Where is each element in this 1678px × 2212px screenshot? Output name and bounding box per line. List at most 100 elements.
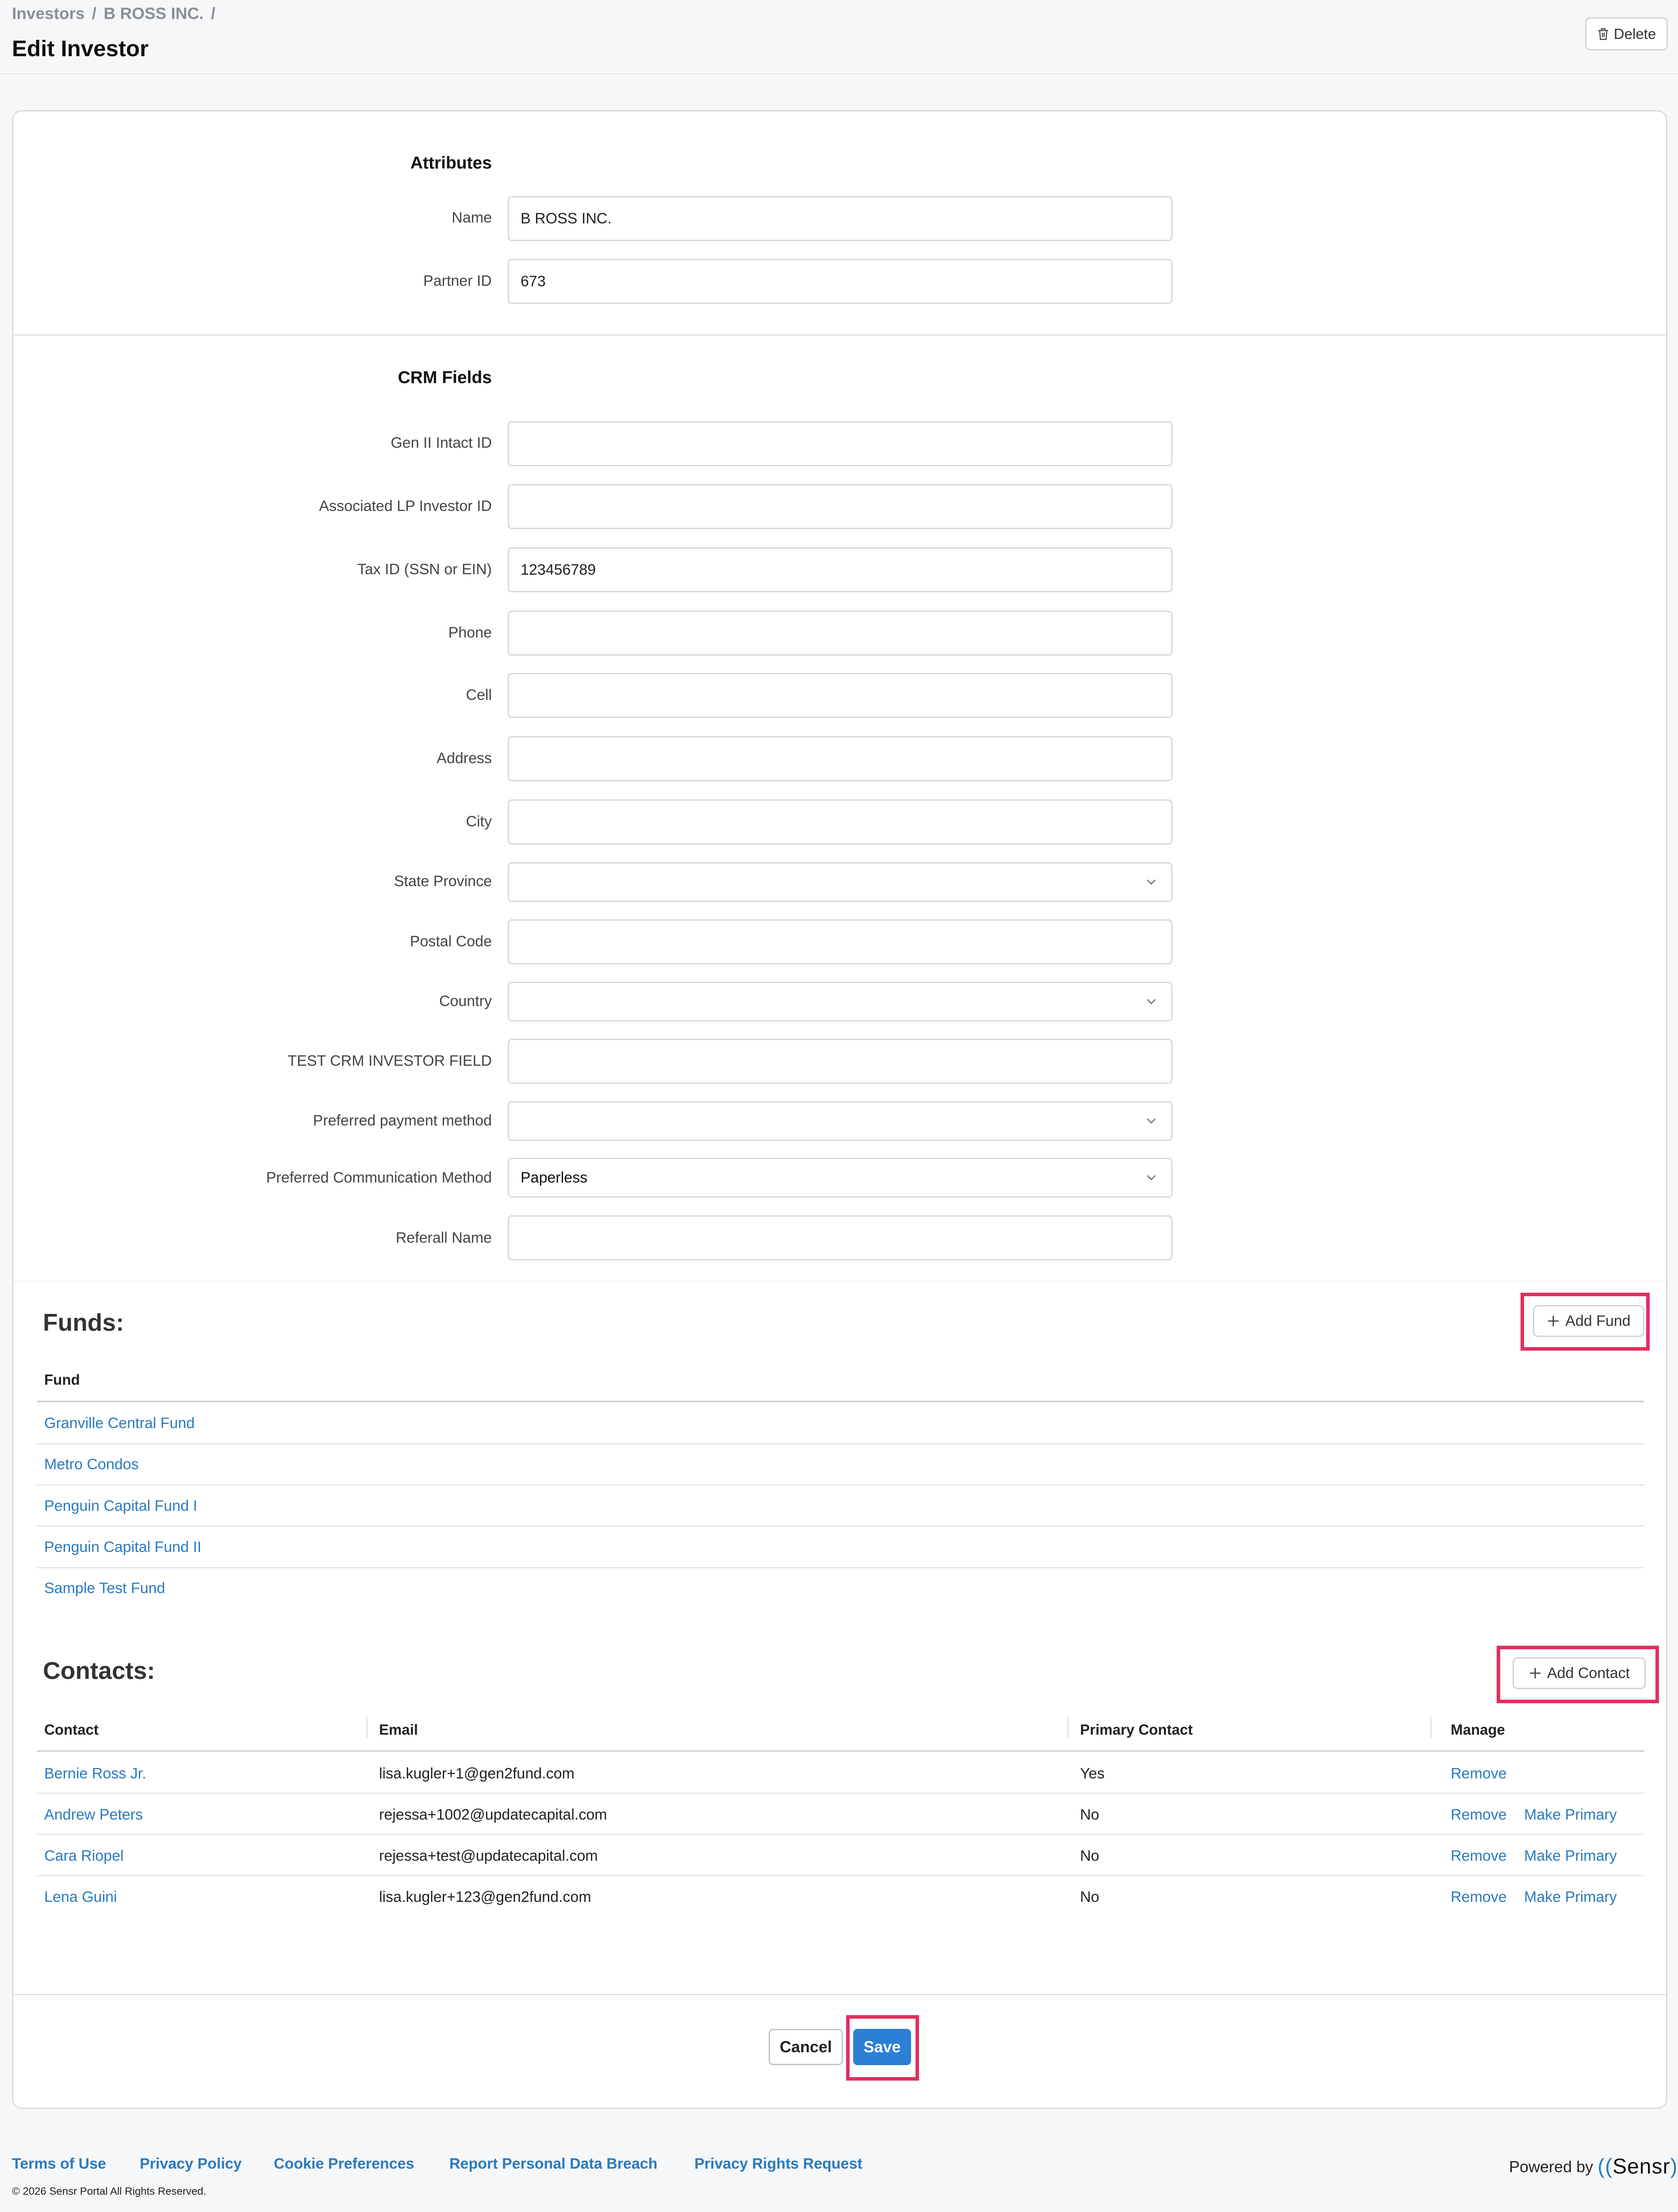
state-province-label: State Province <box>394 873 492 890</box>
plus-icon <box>1529 1668 1540 1678</box>
city-label: City <box>466 813 492 830</box>
fund-link[interactable]: Sample Test Fund <box>44 1580 165 1597</box>
primary-contact-column-header: Primary Contact <box>1080 1721 1193 1738</box>
fund-link[interactable]: Granville Central Fund <box>44 1415 195 1432</box>
contact-primary: No <box>1080 1806 1100 1823</box>
save-button[interactable]: Save <box>853 2029 911 2065</box>
state-province-select[interactable] <box>508 862 1172 902</box>
remove-contact-link[interactable]: Remove <box>1451 1806 1507 1824</box>
add-contact-label: Add Contact <box>1547 1664 1630 1682</box>
sensr-logo: ((Sensr) <box>1598 2155 1678 2178</box>
associated-lp-investor-id-label: Associated LP Investor ID <box>319 498 492 515</box>
privacy-rights-request-link[interactable]: Privacy Rights Request <box>694 2155 862 2173</box>
associated-lp-investor-id-input[interactable] <box>508 484 1172 529</box>
table-row-line <box>37 1875 1644 1876</box>
chevron-down-icon <box>1147 1118 1156 1124</box>
table-row-line <box>37 1793 1644 1794</box>
name-input[interactable] <box>508 196 1172 241</box>
table-header-line <box>37 1750 1644 1752</box>
breadcrumb-separator: / <box>211 4 216 23</box>
make-primary-link[interactable]: Make Primary <box>1524 1806 1617 1824</box>
cell-input[interactable] <box>508 673 1172 718</box>
country-select[interactable] <box>508 982 1172 1022</box>
contact-primary: No <box>1080 1889 1100 1905</box>
name-label: Name <box>452 209 492 226</box>
add-fund-button[interactable]: Add Fund <box>1533 1305 1644 1337</box>
actions-divider <box>13 1994 1666 1995</box>
copyright-text: © 2026 Sensr Portal All Rights Reserved. <box>12 2185 207 2197</box>
postal-code-label: Postal Code <box>410 933 492 950</box>
contact-name-link[interactable]: Cara Riopel <box>44 1847 124 1865</box>
add-fund-label: Add Fund <box>1565 1312 1631 1329</box>
make-primary-link[interactable]: Make Primary <box>1524 1889 1617 1906</box>
remove-contact-link[interactable]: Remove <box>1451 1889 1507 1906</box>
add-contact-button[interactable]: Add Contact <box>1513 1657 1646 1689</box>
contact-name-link[interactable]: Lena Guini <box>44 1889 117 1906</box>
gen-ii-intact-id-label: Gen II Intact ID <box>391 434 492 451</box>
preferred-payment-method-select[interactable] <box>508 1101 1172 1141</box>
cell-label: Cell <box>466 687 492 703</box>
preferred-communication-method-value: Paperless <box>521 1169 588 1186</box>
contact-email: rejessa+1002@updatecapital.com <box>379 1806 607 1823</box>
column-separator <box>366 1717 368 1738</box>
table-row-line <box>37 1834 1644 1835</box>
report-data-breach-link[interactable]: Report Personal Data Breach <box>449 2155 658 2173</box>
phone-input[interactable] <box>508 611 1172 656</box>
trash-icon <box>1598 28 1608 40</box>
city-input[interactable] <box>508 799 1172 845</box>
contact-primary: Yes <box>1080 1765 1105 1782</box>
table-row-line <box>37 1443 1644 1444</box>
preferred-communication-method-select[interactable]: Paperless <box>508 1158 1172 1198</box>
fund-link[interactable]: Penguin Capital Fund I <box>44 1498 197 1515</box>
test-crm-investor-field-label: TEST CRM INVESTOR FIELD <box>287 1052 492 1069</box>
remove-contact-link[interactable]: Remove <box>1451 1847 1507 1865</box>
privacy-policy-link[interactable]: Privacy Policy <box>140 2155 242 2173</box>
breadcrumb-investors-link[interactable]: Investors <box>12 4 85 23</box>
address-input[interactable] <box>508 736 1172 781</box>
funds-section-title: Funds: <box>43 1309 124 1336</box>
contacts-section-title: Contacts: <box>43 1657 155 1684</box>
cookie-preferences-link[interactable]: Cookie Preferences <box>274 2155 414 2173</box>
attributes-section-title: Attributes <box>410 154 492 173</box>
address-label: Address <box>437 750 492 767</box>
page-header <box>0 0 1678 74</box>
phone-label: Phone <box>448 624 492 641</box>
section-divider <box>13 1281 1666 1282</box>
delete-button[interactable]: Delete <box>1585 17 1668 50</box>
powered-by: Powered by ((Sensr) <box>1509 2154 1678 2179</box>
contact-email: lisa.kugler+1@gen2fund.com <box>379 1765 575 1782</box>
chevron-down-icon <box>1147 879 1156 885</box>
remove-contact-link[interactable]: Remove <box>1451 1765 1507 1782</box>
manage-column-header: Manage <box>1451 1721 1505 1738</box>
partner-id-input[interactable] <box>508 259 1172 304</box>
partner-id-label: Partner ID <box>423 273 492 289</box>
referall-name-label: Referall Name <box>395 1229 492 1246</box>
referall-name-input[interactable] <box>508 1215 1172 1260</box>
test-crm-investor-field-input[interactable] <box>508 1039 1172 1084</box>
chevron-down-icon <box>1147 1175 1156 1180</box>
contact-email: lisa.kugler+123@gen2fund.com <box>379 1889 591 1905</box>
table-row-line <box>37 1567 1644 1568</box>
contact-column-header: Contact <box>44 1721 99 1738</box>
powered-by-label: Powered by <box>1509 2157 1594 2176</box>
terms-of-use-link[interactable]: Terms of Use <box>12 2155 106 2173</box>
cancel-button[interactable]: Cancel <box>769 2029 843 2065</box>
make-primary-link[interactable]: Make Primary <box>1524 1847 1617 1865</box>
preferred-communication-method-label: Preferred Communication Method <box>266 1169 492 1186</box>
fund-link[interactable]: Metro Condos <box>44 1456 139 1473</box>
crm-section-title: CRM Fields <box>398 368 492 387</box>
tax-id-label: Tax ID (SSN or EIN) <box>357 561 492 578</box>
preferred-payment-method-label: Preferred payment method <box>313 1112 492 1129</box>
tax-id-input[interactable] <box>508 547 1172 592</box>
breadcrumb: Investors / B ROSS INC. / <box>12 4 218 23</box>
fund-column-header: Fund <box>44 1371 80 1388</box>
gen-ii-intact-id-input[interactable] <box>508 421 1172 466</box>
contact-name-link[interactable]: Andrew Peters <box>44 1806 143 1824</box>
postal-code-input[interactable] <box>508 919 1172 964</box>
plus-icon <box>1548 1316 1559 1326</box>
fund-link[interactable]: Penguin Capital Fund II <box>44 1539 201 1556</box>
column-separator <box>1430 1717 1432 1738</box>
breadcrumb-investor-link[interactable]: B ROSS INC. <box>103 4 203 23</box>
section-divider <box>13 334 1666 336</box>
contact-name-link[interactable]: Bernie Ross Jr. <box>44 1765 146 1782</box>
